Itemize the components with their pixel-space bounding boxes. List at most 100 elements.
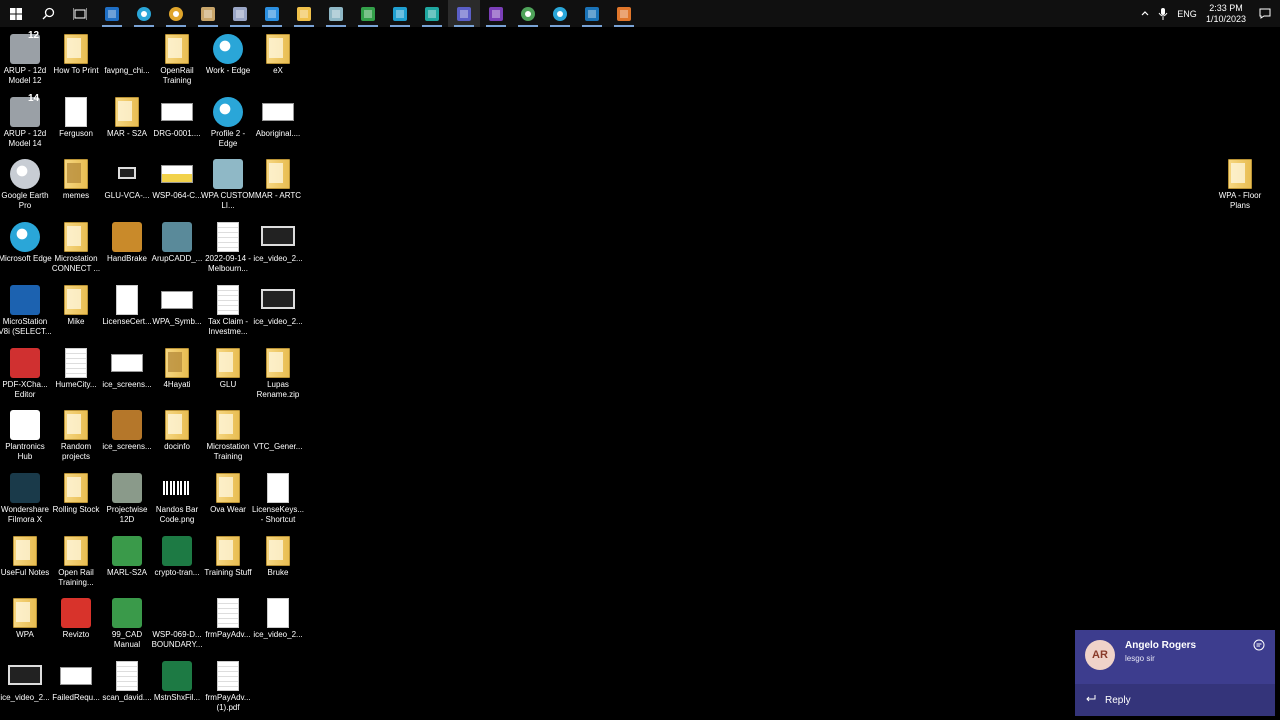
desktop-icon[interactable]: Open Rail Training... [51,532,101,592]
desktop-icon[interactable]: HandBrake [102,218,152,278]
desktop-icon[interactable]: WSP-069-D... BOUNDARY... [152,594,203,654]
desktop-icon[interactable]: favpng_chi... [102,30,152,90]
desktop-icon[interactable]: HumeCity... [51,344,101,404]
desktop-icon-glyph [261,93,295,127]
desktop-icon[interactable]: docinfo [152,406,202,466]
microphone-icon[interactable] [1154,0,1172,27]
desktop-icon[interactable]: MstnShxFil... [152,657,202,717]
desktop-icon[interactable]: Tax Claim - Investme... [203,281,253,341]
notification-center-icon[interactable] [1250,0,1280,27]
paint-icon[interactable] [224,0,256,27]
folder-icon [266,536,290,566]
store-icon[interactable] [256,0,288,27]
edge-icon[interactable] [544,0,576,27]
desktop-icon[interactable]: frmPayAdv... (1).pdf [203,657,253,717]
desktop-icon-label: Profile 2 - Edge [210,129,246,148]
desktop-icon[interactable]: 2022-09-14 - Melbourn... [203,218,253,278]
desktop-icon[interactable]: eX [253,30,303,90]
desktop-icon[interactable]: WPA_Symb... [152,281,202,341]
desktop-icon[interactable]: PDF-XCha... Editor [0,344,50,404]
desktop-icon[interactable]: Random projects [51,406,101,466]
onenote-icon[interactable] [480,0,512,27]
app-icon[interactable] [416,0,448,27]
desktop-icon[interactable]: ARUP - 12d Model 14 14 [0,93,50,153]
chat-icon[interactable] [1253,638,1265,656]
desktop-icon-glyph [59,281,93,315]
desktop-icon[interactable]: Google Earth Pro [0,155,50,215]
desktop-icon[interactable]: Wondershare Filmora X [0,469,50,529]
desktop-icon[interactable]: GLU-VCA-... [102,155,152,215]
desktop-icon[interactable]: scan_david.... [102,657,152,717]
desktop-icon[interactable]: ice_video_2... [253,594,303,654]
desktop-icon[interactable]: Profile 2 - Edge [203,93,253,153]
media-player-icon[interactable] [192,0,224,27]
file-explorer-icon[interactable] [288,0,320,27]
desktop-icon[interactable]: MAR - ARTC [253,155,303,215]
desktop-icon[interactable]: MicroStation V8i (SELECT... [0,281,52,341]
teams-notification-toast[interactable]: AR Angelo Rogers lesgo sir Reply [1075,630,1275,716]
desktop-icon[interactable]: Rolling Stock [51,469,101,529]
desktop-icon[interactable]: ice_video_2... [253,218,303,278]
desktop-icon[interactable]: ARUP - 12d Model 12 12 [0,30,50,90]
desktop-icon[interactable]: Lupas Rename.zip [253,344,303,404]
desktop-icon[interactable]: How To Print [51,30,101,90]
teams-icon[interactable] [448,0,480,27]
app-orange-icon[interactable] [608,0,640,27]
desktop-icon[interactable]: Aboriginal.... [253,93,303,153]
desktop-icon[interactable]: Work - Edge [203,30,253,90]
search-icon[interactable] [32,0,64,27]
task-view-icon[interactable] [64,0,96,27]
desktop-icon[interactable]: Plantronics Hub [0,406,50,466]
desktop-icon[interactable]: ArupCADD_... [152,218,202,278]
desktop-icon[interactable]: WPA - Floor Plans [1215,155,1265,215]
edge-icon[interactable] [128,0,160,27]
sync-icon[interactable] [384,0,416,27]
desktop-icon[interactable]: UseFul Notes [0,532,50,592]
start-icon[interactable] [0,0,32,27]
outlook-icon[interactable] [96,0,128,27]
desktop-icon[interactable]: OpenRail Training [152,30,202,90]
desktop-icon[interactable]: Bruke [253,532,303,592]
desktop-icon[interactable]: DRG-0001.... [152,93,202,153]
desktop-icon[interactable]: ice_screens... [102,344,152,404]
desktop-icon[interactable]: WPA [0,594,50,654]
desktop-icon[interactable]: MAR - S2A [102,93,152,153]
desktop-icon[interactable]: Microsoft Edge [0,218,52,278]
outlook-icon-graphic [105,6,119,21]
desktop-icon[interactable]: WSP-064-C... [152,155,202,215]
desktop-icon[interactable]: 4Hayati [152,344,202,404]
desktop-icon[interactable]: WPA CUSTOM LI... [201,155,255,215]
desktop-icon[interactable]: Ferguson [51,93,101,153]
desktop-icon[interactable]: LicenseCert... [102,281,152,341]
desktop-icon[interactable]: ice_video_2... [0,657,50,717]
microstation-icon[interactable] [576,0,608,27]
language-indicator[interactable]: ENG [1172,0,1202,27]
desktop-icon[interactable]: Nandos Bar Code.png [152,469,202,529]
desktop-icon[interactable]: Microstation Training [203,406,253,466]
desktop-icon[interactable]: MARL-S2A [102,532,152,592]
desktop-icon[interactable]: 99_CAD Manual [102,594,152,654]
desktop-icon[interactable]: ice_video_2... [253,281,303,341]
desktop-icon[interactable]: Training Stuff [203,532,253,592]
desktop-icon[interactable]: FailedRequ... [51,657,101,717]
desktop-icon[interactable]: memes [51,155,101,215]
desktop-icon[interactable]: Revizto [51,594,101,654]
app-green-icon[interactable] [352,0,384,27]
desktop-icon[interactable]: Microstation CONNECT ... [51,218,101,278]
desktop-icon[interactable]: crypto-tran... [152,532,202,592]
desktop-icon-glyph [59,344,93,378]
desktop-icon[interactable]: ice_screens... [102,406,152,466]
desktop-icon[interactable]: Projectwise 12D [102,469,152,529]
chrome-icon[interactable] [160,0,192,27]
desktop-icon[interactable]: VTC_Gener... [253,406,303,466]
desktop-icon[interactable]: LicenseKeys... - Shortcut [252,469,304,529]
chrome-icon[interactable] [512,0,544,27]
app-icon[interactable] [320,0,352,27]
desktop-icon[interactable]: Mike [51,281,101,341]
clock[interactable]: 2:33 PM 1/10/2023 [1202,0,1250,27]
reply-button[interactable]: Reply [1075,684,1275,716]
desktop-icon[interactable]: GLU [203,344,253,404]
desktop-icon[interactable]: Ova Wear [203,469,253,529]
desktop-icon[interactable]: frmPayAdv... [203,594,253,654]
chevron-up-icon[interactable] [1136,0,1154,27]
